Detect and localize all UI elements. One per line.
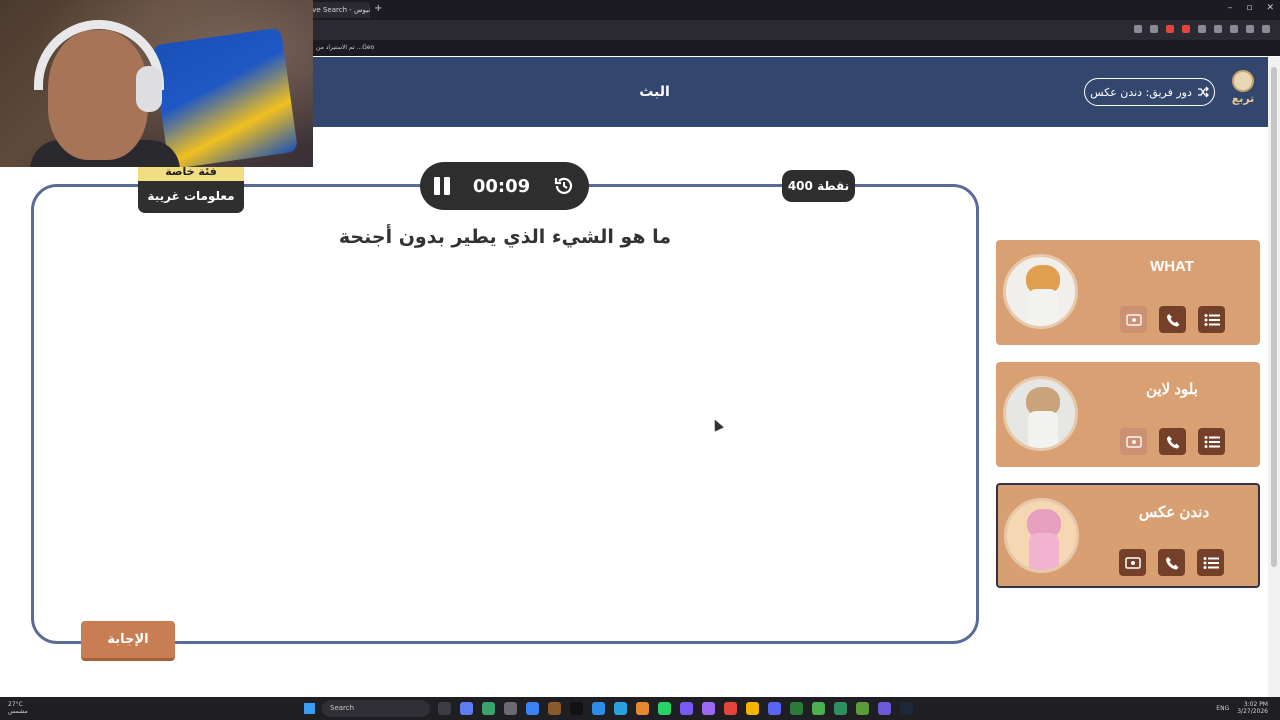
- chrome-icon[interactable]: [746, 702, 759, 715]
- clock-date: 3/27/2026: [1237, 708, 1268, 715]
- app-icon[interactable]: [834, 702, 847, 715]
- clock[interactable]: 3:02 PM 3/27/2026: [1237, 701, 1268, 715]
- site-logo[interactable]: تربع: [1226, 70, 1260, 114]
- webcam-scarf: [151, 27, 299, 167]
- page-title: البث: [639, 84, 670, 100]
- music-icon[interactable]: [1230, 25, 1238, 33]
- pause-icon[interactable]: [434, 177, 450, 195]
- start-menu-icon[interactable]: [304, 703, 315, 714]
- team-name: دندن عكس: [1138, 504, 1210, 521]
- question-text: ما هو الشيء الذي يطير بدون أجنحة: [338, 226, 672, 248]
- answer-button[interactable]: الإجابة: [81, 621, 175, 661]
- taskbar-search[interactable]: Search: [322, 700, 430, 717]
- timer-pill: 00:09: [420, 162, 589, 210]
- turn-indicator-button[interactable]: دور فريق: دندن عكس: [1084, 78, 1215, 106]
- discord-icon[interactable]: [768, 702, 781, 715]
- tiktok-icon[interactable]: [570, 702, 583, 715]
- avatar-body: [1028, 411, 1058, 448]
- app-icon[interactable]: [636, 702, 649, 715]
- list-icon[interactable]: [1198, 306, 1225, 333]
- extension-icon[interactable]: [1134, 25, 1142, 33]
- bookmark-item[interactable]: تم الاستيراد من ...Geo: [316, 44, 374, 51]
- brave-icon[interactable]: [724, 702, 737, 715]
- weather-desc: مشمس: [8, 708, 28, 715]
- double-points-icon[interactable]: [1120, 428, 1147, 455]
- timer-value: 00:09: [472, 175, 531, 197]
- tab-title: ave Search - اونيوس: [308, 6, 370, 14]
- whatsapp-icon[interactable]: [658, 702, 671, 715]
- system-tray: ENG 3:02 PM 3/27/2026: [1216, 701, 1268, 715]
- avatar-body: [1028, 289, 1058, 326]
- browser-toolbar-icons: [1134, 25, 1270, 33]
- turn-label: دور فريق: دندن عكس: [1090, 85, 1192, 99]
- team-tools: [1119, 549, 1224, 576]
- page-scrollbar[interactable]: [1268, 57, 1280, 697]
- scrollbar-thumb[interactable]: [1271, 67, 1277, 567]
- language-indicator[interactable]: ENG: [1216, 705, 1229, 712]
- weather-widget[interactable]: 27°C مشمس: [8, 701, 28, 715]
- points-badge: 400 نقطة: [782, 170, 855, 202]
- new-tab-button[interactable]: +: [374, 3, 382, 14]
- app-icon[interactable]: [504, 702, 517, 715]
- logo-emblem-icon: [1232, 70, 1254, 92]
- app-icon[interactable]: [482, 702, 495, 715]
- list-icon[interactable]: [1197, 549, 1224, 576]
- team-name: بلود لاين: [1146, 381, 1198, 398]
- list-icon[interactable]: [1198, 428, 1225, 455]
- task-view-icon[interactable]: [438, 702, 451, 715]
- vpn-icon[interactable]: [1198, 25, 1206, 33]
- wallet-icon[interactable]: [1214, 25, 1222, 33]
- steam-icon[interactable]: [900, 702, 913, 715]
- app-icon[interactable]: [526, 702, 539, 715]
- taskbar-apps: [438, 702, 913, 715]
- minecraft-icon[interactable]: [812, 702, 825, 715]
- app-icon[interactable]: [592, 702, 605, 715]
- brave-rewards-icon[interactable]: [1182, 25, 1190, 33]
- avatar-body: [1029, 533, 1059, 570]
- sidebar-icon[interactable]: [1246, 25, 1254, 33]
- search-placeholder: Search: [330, 704, 355, 712]
- webcam-overlay: [0, 0, 313, 167]
- telegram-icon[interactable]: [614, 702, 627, 715]
- app-icon[interactable]: [856, 702, 869, 715]
- share-icon[interactable]: [1150, 25, 1158, 33]
- phone-icon[interactable]: [1159, 306, 1186, 333]
- team-tools: [1120, 428, 1225, 455]
- reset-timer-icon[interactable]: [553, 175, 575, 197]
- team-card-dandan-aks: دندن عكس: [996, 483, 1260, 588]
- phone-icon[interactable]: [1158, 549, 1185, 576]
- app-icon[interactable]: [790, 702, 803, 715]
- app-icon[interactable]: [878, 702, 891, 715]
- phone-icon[interactable]: [1159, 428, 1186, 455]
- horse-avatar: [1003, 376, 1078, 451]
- cat-avatar: [1003, 254, 1078, 329]
- category-name: معلومات غريبة: [147, 189, 235, 203]
- copilot-icon[interactable]: [460, 702, 473, 715]
- maximize-button[interactable]: ▫: [1246, 3, 1252, 13]
- shuffle-icon: [1197, 86, 1209, 98]
- double-points-icon[interactable]: [1119, 549, 1146, 576]
- app-root: ave Search - اونيوس + – ▫ ✕ تم الاستيراد…: [0, 0, 1280, 720]
- app-icon[interactable]: [680, 702, 693, 715]
- team-card-bloodline: بلود لاين: [996, 362, 1260, 467]
- logo-text: تربع: [1231, 92, 1255, 105]
- double-points-icon[interactable]: [1120, 306, 1147, 333]
- app-icon[interactable]: [702, 702, 715, 715]
- app-icon[interactable]: [548, 702, 561, 715]
- brave-shield-icon[interactable]: [1166, 25, 1174, 33]
- windows-taskbar: 27°C مشمس Search ENG 3:02 PM 3/27/2026: [0, 697, 1280, 720]
- pink-cat-avatar: [1004, 498, 1079, 573]
- window-controls: – ▫ ✕: [1228, 3, 1274, 13]
- team-name: WHAT: [1150, 258, 1194, 275]
- minimize-button[interactable]: –: [1228, 3, 1233, 13]
- headset-earcup: [136, 66, 162, 112]
- question-frame: [31, 184, 979, 644]
- team-card-what: WHAT: [996, 240, 1260, 345]
- team-tools: [1120, 306, 1225, 333]
- category-badge: فئة خاصة معلومات غريبة: [138, 163, 244, 213]
- clock-time: 3:02 PM: [1243, 701, 1268, 708]
- close-window-button[interactable]: ✕: [1266, 3, 1274, 13]
- menu-icon[interactable]: [1262, 25, 1270, 33]
- weather-temp: 27°C: [8, 701, 23, 708]
